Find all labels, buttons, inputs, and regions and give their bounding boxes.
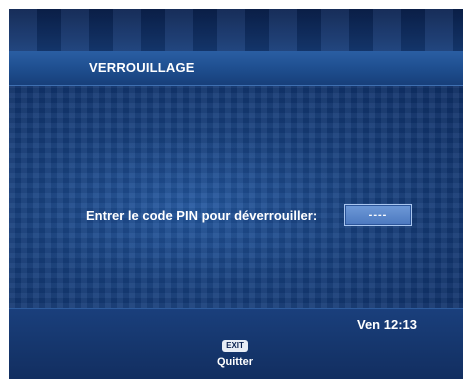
exit-label: Quitter	[216, 356, 254, 368]
top-decor-strip	[9, 9, 463, 51]
bottom-bar: Ven 12:13 EXIT Quitter	[9, 308, 463, 379]
clock-display: Ven 12:13	[357, 317, 417, 332]
pin-input-field[interactable]: ----	[344, 204, 412, 226]
page-title: VERROUILLAGE	[89, 60, 195, 75]
exit-key-icon[interactable]: EXIT	[222, 340, 248, 352]
title-bar: VERROUILLAGE	[9, 51, 463, 86]
pin-prompt-label: Entrer le code PIN pour déverrouiller:	[86, 208, 318, 223]
lock-screen: VERROUILLAGE Entrer le code PIN pour dév…	[9, 9, 463, 379]
main-panel: Entrer le code PIN pour déverrouiller: -…	[9, 86, 463, 308]
